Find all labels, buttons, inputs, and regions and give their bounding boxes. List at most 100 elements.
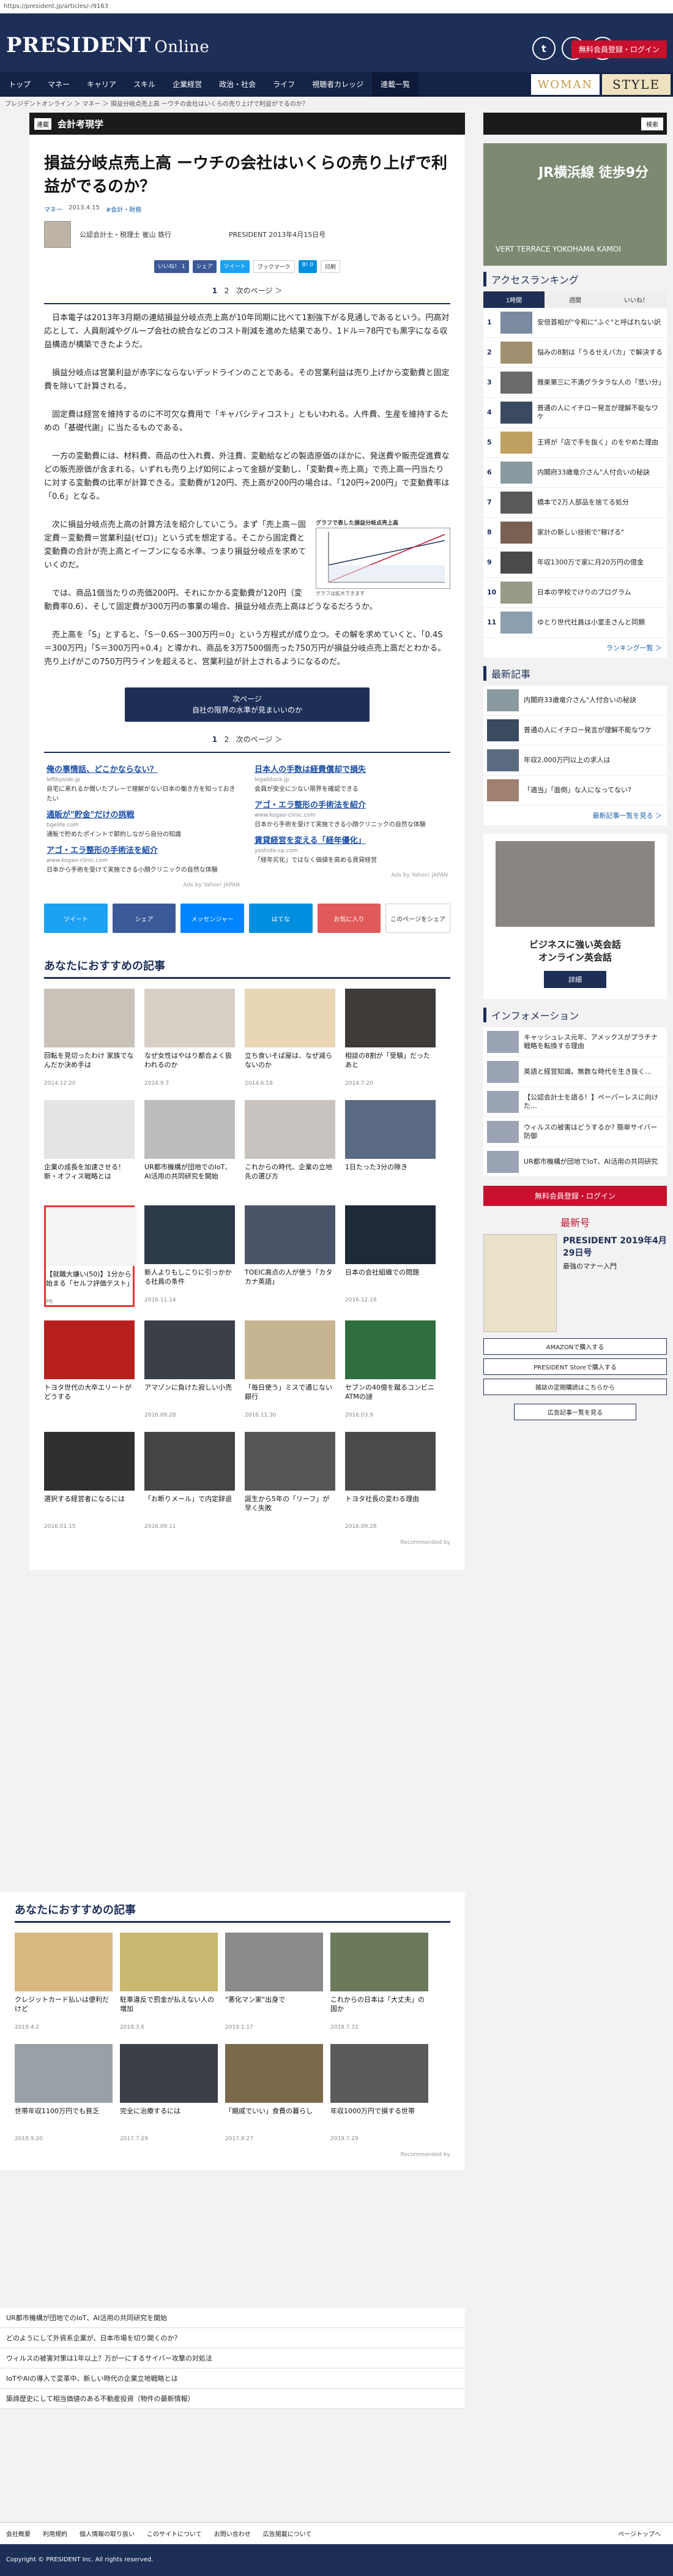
- nav-college[interactable]: 視聴者カレッジ: [303, 72, 372, 97]
- list-item[interactable]: 2 悩みの8割は「うるせえバカ」で解決する: [483, 338, 667, 368]
- nav-skill[interactable]: スキル: [125, 72, 164, 97]
- info-item[interactable]: ウィルスの被害はどうするか? 簡単サイバー防御: [483, 1117, 667, 1147]
- recommend-card[interactable]: これからの日本は「大丈夫」の国か 2018.7.31: [330, 1933, 428, 2031]
- list-item[interactable]: 8 家計の新しい技術で"稼げる": [483, 518, 667, 548]
- recommend-card[interactable]: アマゾンに負けた寂しい小売 2016.09.28: [144, 1320, 235, 1418]
- nav-career[interactable]: キャリア: [78, 72, 125, 97]
- ranking-more-link[interactable]: ランキング一覧 ＞: [483, 638, 667, 657]
- tag-link[interactable]: #会計・財務: [106, 204, 141, 214]
- subscribe-button[interactable]: 雑誌の定期購読はこちらから: [483, 1379, 667, 1395]
- page-top-link[interactable]: ページトップへ: [618, 2529, 661, 2538]
- nav-business[interactable]: 企業経営: [164, 72, 210, 97]
- print-button[interactable]: 印刷: [321, 260, 341, 273]
- footer-link[interactable]: どのようにして外資系企業が、日本市場を切り開くのか？: [0, 2328, 465, 2348]
- list-item[interactable]: 11 ゆとり世代社員は小室圭さんと同類: [483, 608, 667, 638]
- recommend-card[interactable]: 立ち食いそば屋は、なぜ減らないのか 2014.6.18: [245, 989, 335, 1087]
- fb-big-button[interactable]: シェア: [112, 904, 176, 933]
- bookmark-button[interactable]: ブックマーク: [253, 260, 295, 273]
- twitter-icon[interactable]: t: [532, 37, 556, 60]
- style-link[interactable]: STYLE: [602, 74, 671, 95]
- page-1[interactable]: 1: [212, 286, 217, 295]
- recommend-card[interactable]: 世帯年収1100万円でも貧乏 2018.9.20: [15, 2044, 113, 2142]
- like-button[interactable]: いいね！ 1: [154, 260, 189, 273]
- recommend-card[interactable]: トヨタ社長の変わる理由 2016.09.28: [345, 1432, 436, 1530]
- recommend-card[interactable]: 「毎日使う」ミスで通じない銀行 2016.11.30: [245, 1320, 335, 1418]
- recommend-card[interactable]: UR都市機構が団地でのIoT、AI活用の共同研究を開始: [144, 1100, 235, 1192]
- sidebar-ad[interactable]: JR横浜線 徒歩9分 VERT TERRACE YOKOHAMA KAMOI: [483, 143, 667, 266]
- tab-likes[interactable]: いいね！: [606, 291, 667, 308]
- recommend-card[interactable]: 回転を見切ったわけ 家族でなんだか決め手は 2014.12.20: [44, 989, 135, 1087]
- list-item[interactable]: 内閣府33歳竜介さん"人付合いの秘訣: [483, 686, 667, 716]
- recommend-card[interactable]: トヨタ世代の大卒エリートがどうする: [44, 1320, 135, 1418]
- ad-link[interactable]: 賃貸経営を変える「経年優化」: [255, 836, 448, 846]
- tab-week[interactable]: 週間: [545, 291, 606, 308]
- category-link[interactable]: マネー: [44, 204, 62, 214]
- footer-menu-item[interactable]: 利用規約: [43, 2529, 67, 2538]
- figure[interactable]: グラフで表した損益分岐点売上高 グラフは拡大できます: [316, 519, 450, 597]
- recommend-card[interactable]: "悪化マン家"出身で 2019.1.17: [225, 1933, 323, 2031]
- sidebar-ad-2[interactable]: ビジネスに強い英会話 オンライン英会話 詳細: [483, 834, 667, 999]
- list-item[interactable]: 7 橋本で2万人部品を捨てる処分: [483, 488, 667, 518]
- recommend-card[interactable]: 完全に治療するには 2017.7.29: [120, 2044, 218, 2142]
- recommend-card[interactable]: 「親戚でいい」食費の暮らし 2017.8.27: [225, 2044, 323, 2142]
- recommend-card[interactable]: 駐車違反で罰金が払えない人の増加 2018.3.6: [120, 1933, 218, 2031]
- recommend-card[interactable]: クレジットカード払いは便利だけど 2019.4.2: [15, 1933, 113, 2031]
- footer-link[interactable]: IoTやAIの導入で変革中、新しい時代の企業立地戦略とは: [0, 2368, 465, 2389]
- ad-link[interactable]: アゴ・エラ整形の手術法を紹介: [46, 846, 240, 856]
- footer-menu-item[interactable]: 個人情報の取り扱い: [80, 2529, 135, 2538]
- ad-link[interactable]: 日本人の手数は経費償却で損失: [255, 765, 448, 775]
- ad2-button[interactable]: 詳細: [544, 971, 606, 988]
- fb-share-button[interactable]: シェア: [192, 260, 217, 273]
- favorite-big-button[interactable]: お気に入り: [317, 904, 381, 933]
- section-title[interactable]: 会計考現学: [58, 118, 103, 130]
- recommend-card[interactable]: TOEIC高点の人が使う「カタカナ英語」: [245, 1205, 335, 1307]
- next-page-button[interactable]: 次ページ 自社の限界の水準が見まいいのか: [125, 687, 370, 722]
- ad-link[interactable]: アゴ・エラ整形の手術法を紹介: [255, 801, 448, 811]
- footer-menu-item[interactable]: お問い合わせ: [214, 2529, 251, 2538]
- recommend-card[interactable]: 年収1000万円で損する世帯 2019.7.29: [330, 2044, 428, 2142]
- recommend-card[interactable]: 誕生から5年の「リーフ」が早く失敗: [245, 1432, 335, 1530]
- info-item[interactable]: 英語と経営知識。無数な時代を生き抜く…: [483, 1057, 667, 1087]
- search-button[interactable]: 検索: [641, 117, 663, 130]
- list-item[interactable]: 3 雅楽第三に不満グラタラな人の「悲い分」: [483, 368, 667, 398]
- recommend-card[interactable]: セブンの40億を蹴るコンビニATMの謎 2016.03.9: [345, 1320, 436, 1418]
- list-item[interactable]: 普通の人にイチロー発言が理解不能なワケ: [483, 716, 667, 746]
- footer-menu-item[interactable]: 広告掲載について: [263, 2529, 312, 2538]
- tab-hour[interactable]: 1時間: [483, 291, 545, 308]
- ad-link[interactable]: 通販が"貯金"だけの挑戦: [46, 811, 240, 820]
- author-name[interactable]: 公認会計士・税理士 崔山 鉄行: [80, 230, 171, 239]
- messenger-big-button[interactable]: メッセンジャー: [180, 904, 245, 933]
- recommend-card[interactable]: 新人よりもしこりに引っかかる社員の条件 2016.11.14: [144, 1205, 235, 1307]
- recommend-card[interactable]: 「お断りメール」で内定辞退 2016.09.11: [144, 1432, 235, 1530]
- store-buy-button[interactable]: PRESIDENT Storeで購入する: [483, 1358, 667, 1375]
- recommend-card[interactable]: これからの時代、企業の立地先の選び方: [245, 1100, 335, 1192]
- recommend-card[interactable]: 企業の成長を加速させる！新・オフィス戦略とは: [44, 1100, 135, 1192]
- list-item[interactable]: 「適当」「面倒」な人になってない?: [483, 776, 667, 806]
- footer-menu-item[interactable]: 会社概要: [6, 2529, 31, 2538]
- recommend-card[interactable]: 【就職大嫌い(50)】1分から始まる「セルフ評価テスト」 PR: [44, 1205, 136, 1307]
- list-item[interactable]: 1 安倍首相が"令和に"ふぐ"と呼ばれない訳: [483, 308, 667, 338]
- nav-politics[interactable]: 政治・社会: [210, 72, 264, 97]
- logo[interactable]: PRESIDENT Online: [6, 33, 209, 58]
- footer-link[interactable]: 築諦歴史にして相当価値のある不動産投資（物件の最新情報）: [0, 2389, 465, 2409]
- info-item[interactable]: 【公認会計士を語る！】ペーパーレスに向けた…: [483, 1087, 667, 1117]
- list-item[interactable]: 年収2,000万円以上の求人は: [483, 746, 667, 776]
- info-item[interactable]: UR都市機構が団地でIoT、AI活用の共同研究: [483, 1147, 667, 1177]
- nav-series[interactable]: 連載一覧: [372, 72, 419, 97]
- tweet-big-button[interactable]: ツイート: [44, 904, 108, 933]
- recommend-card[interactable]: 選択する経営者になるには 2016.01.15: [44, 1432, 135, 1530]
- hatena-button[interactable]: B! 0: [298, 260, 317, 273]
- next-page-link[interactable]: 次のページ ＞: [236, 735, 283, 744]
- footer-menu-item[interactable]: このサイトについて: [147, 2529, 202, 2538]
- page-2[interactable]: 2: [225, 286, 229, 295]
- ad-list-button[interactable]: 広告記事一覧を見る: [514, 1404, 636, 1420]
- info-item[interactable]: キャッシュレス元年、アメックスがプラチナ戦略を転換する理由: [483, 1027, 667, 1057]
- recommend-card[interactable]: 日本の会社組織での問題 2016.12.18: [345, 1205, 436, 1307]
- ad-link[interactable]: 俺の事情話、どこかならない？: [46, 765, 240, 775]
- hatena-big-button[interactable]: はてな: [249, 904, 313, 933]
- nav-money[interactable]: マネー: [39, 72, 78, 97]
- next-page-link[interactable]: 次のページ ＞: [236, 286, 283, 295]
- nav-life[interactable]: ライフ: [264, 72, 303, 97]
- latest-more-link[interactable]: 最新記事一覧を見る ＞: [483, 806, 667, 825]
- latest-issue[interactable]: PRESIDENT 2019年4月29日号 最強のマナー入門: [483, 1234, 667, 1332]
